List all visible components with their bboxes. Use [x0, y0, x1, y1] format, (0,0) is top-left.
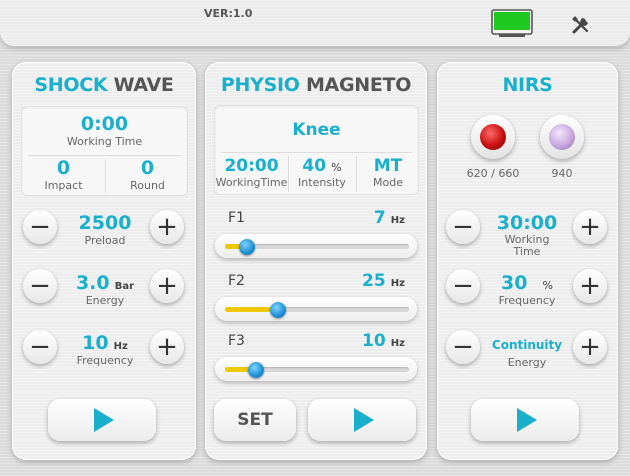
nirs-energy-plus-button[interactable]: +	[573, 330, 607, 364]
set-button[interactable]: SET	[214, 399, 296, 441]
intensity-value: 40	[302, 156, 327, 176]
intensity-label: Intensity	[298, 176, 346, 189]
nirs-energy-value: Continuity	[491, 338, 563, 352]
nirs-frequency-label: Frequency	[498, 294, 556, 307]
preload-label: Preload	[84, 234, 126, 247]
shockwave-status-box: 0:00 Working Time 0 Impact 0 Round	[21, 106, 188, 196]
led-infrared-label: 940	[551, 167, 573, 180]
round-value: 0	[140, 157, 155, 179]
mode-value: MT	[373, 156, 403, 176]
frequency-minus-button[interactable]: −	[23, 330, 57, 364]
physio-time-label: WorkingTime	[215, 176, 288, 189]
shockwave-panel: SHOCK WAVE 0:00 Working Time 0 Impact 0 …	[12, 62, 196, 460]
nirs-title: NIRS	[502, 74, 553, 96]
led-infrared-button[interactable]	[540, 115, 584, 159]
frequency-plus-button[interactable]: +	[150, 330, 184, 364]
energy-value: 3.0	[75, 272, 110, 294]
nirs-energy-label: Energy	[507, 356, 547, 369]
shockwave-time-value: 0:00	[80, 113, 129, 135]
f2-value: 25	[362, 271, 386, 291]
intensity-unit: %	[331, 161, 342, 174]
physio-status-box: Knee 20:00 WorkingTime 40 % Intensity MT…	[214, 105, 419, 195]
physio-play-button[interactable]	[308, 399, 416, 441]
play-icon	[94, 408, 114, 432]
nirs-frequency-value: 30	[501, 272, 528, 294]
f3-label: F3	[228, 333, 245, 349]
physio-time-value: 20:00	[224, 156, 279, 176]
energy-label: Energy	[85, 294, 125, 307]
nirs-frequency-minus-button[interactable]: −	[446, 269, 480, 303]
f3-unit: Hz	[390, 338, 405, 349]
frequency-label: Frequency	[76, 354, 134, 367]
shockwave-time-label: Working Time	[66, 135, 143, 148]
round-label: Round	[130, 179, 165, 192]
led-red-button[interactable]	[471, 115, 515, 159]
shockwave-title: SHOCK WAVE	[34, 74, 174, 96]
shockwave-play-button[interactable]	[48, 399, 156, 441]
nirs-frequency-plus-button[interactable]: +	[573, 269, 607, 303]
f2-label: F2	[228, 273, 245, 289]
preload-minus-button[interactable]: −	[23, 210, 57, 244]
nirs-time-value: 30:00	[496, 212, 558, 234]
top-bar: VER:1.0	[0, 0, 630, 46]
physio-panel: PHYSIO MAGNETO Knee 20:00 WorkingTime 40…	[205, 62, 427, 460]
nirs-energy-minus-button[interactable]: −	[446, 330, 480, 364]
f1-unit: Hz	[390, 215, 405, 226]
energy-minus-button[interactable]: −	[23, 269, 57, 303]
infrared-led-icon	[549, 124, 575, 150]
f1-value: 7	[373, 208, 386, 228]
version-label: VER:1.0	[204, 7, 253, 20]
body-part-value[interactable]: Knee	[215, 120, 418, 140]
impact-value: 0	[56, 157, 71, 179]
f3-slider-handle[interactable]	[248, 362, 265, 378]
mode-label: Mode	[373, 176, 403, 189]
battery-icon	[491, 9, 533, 37]
f3-slider[interactable]	[215, 357, 417, 381]
preload-plus-button[interactable]: +	[150, 210, 184, 244]
play-icon	[517, 408, 537, 432]
f3-value: 10	[362, 331, 386, 351]
f1-label: F1	[228, 210, 245, 226]
nirs-time-minus-button[interactable]: −	[446, 210, 480, 244]
frequency-unit: Hz	[113, 341, 128, 352]
energy-plus-button[interactable]: +	[150, 269, 184, 303]
play-icon	[354, 408, 374, 432]
red-led-icon	[480, 124, 506, 150]
physio-title: PHYSIO MAGNETO	[220, 74, 412, 96]
nirs-time-label: Working Time	[504, 233, 550, 258]
f2-unit: Hz	[390, 278, 405, 289]
settings-tools-icon[interactable]	[571, 15, 591, 35]
led-red-label: 620 / 660	[466, 167, 520, 180]
energy-unit: Bar	[114, 281, 135, 292]
preload-value: 2500	[78, 212, 132, 234]
f2-slider[interactable]	[215, 297, 417, 321]
f1-slider[interactable]	[215, 234, 417, 258]
f2-slider-handle[interactable]	[270, 302, 287, 318]
nirs-play-button[interactable]	[471, 399, 579, 441]
f1-slider-handle[interactable]	[239, 239, 256, 255]
nirs-frequency-unit: %	[542, 279, 553, 292]
nirs-time-plus-button[interactable]: +	[573, 210, 607, 244]
impact-label: Impact	[44, 179, 83, 192]
frequency-value: 10	[82, 332, 109, 354]
nirs-panel: NIRS 620 / 660 940 − 30:00 Working Time +…	[437, 62, 618, 460]
